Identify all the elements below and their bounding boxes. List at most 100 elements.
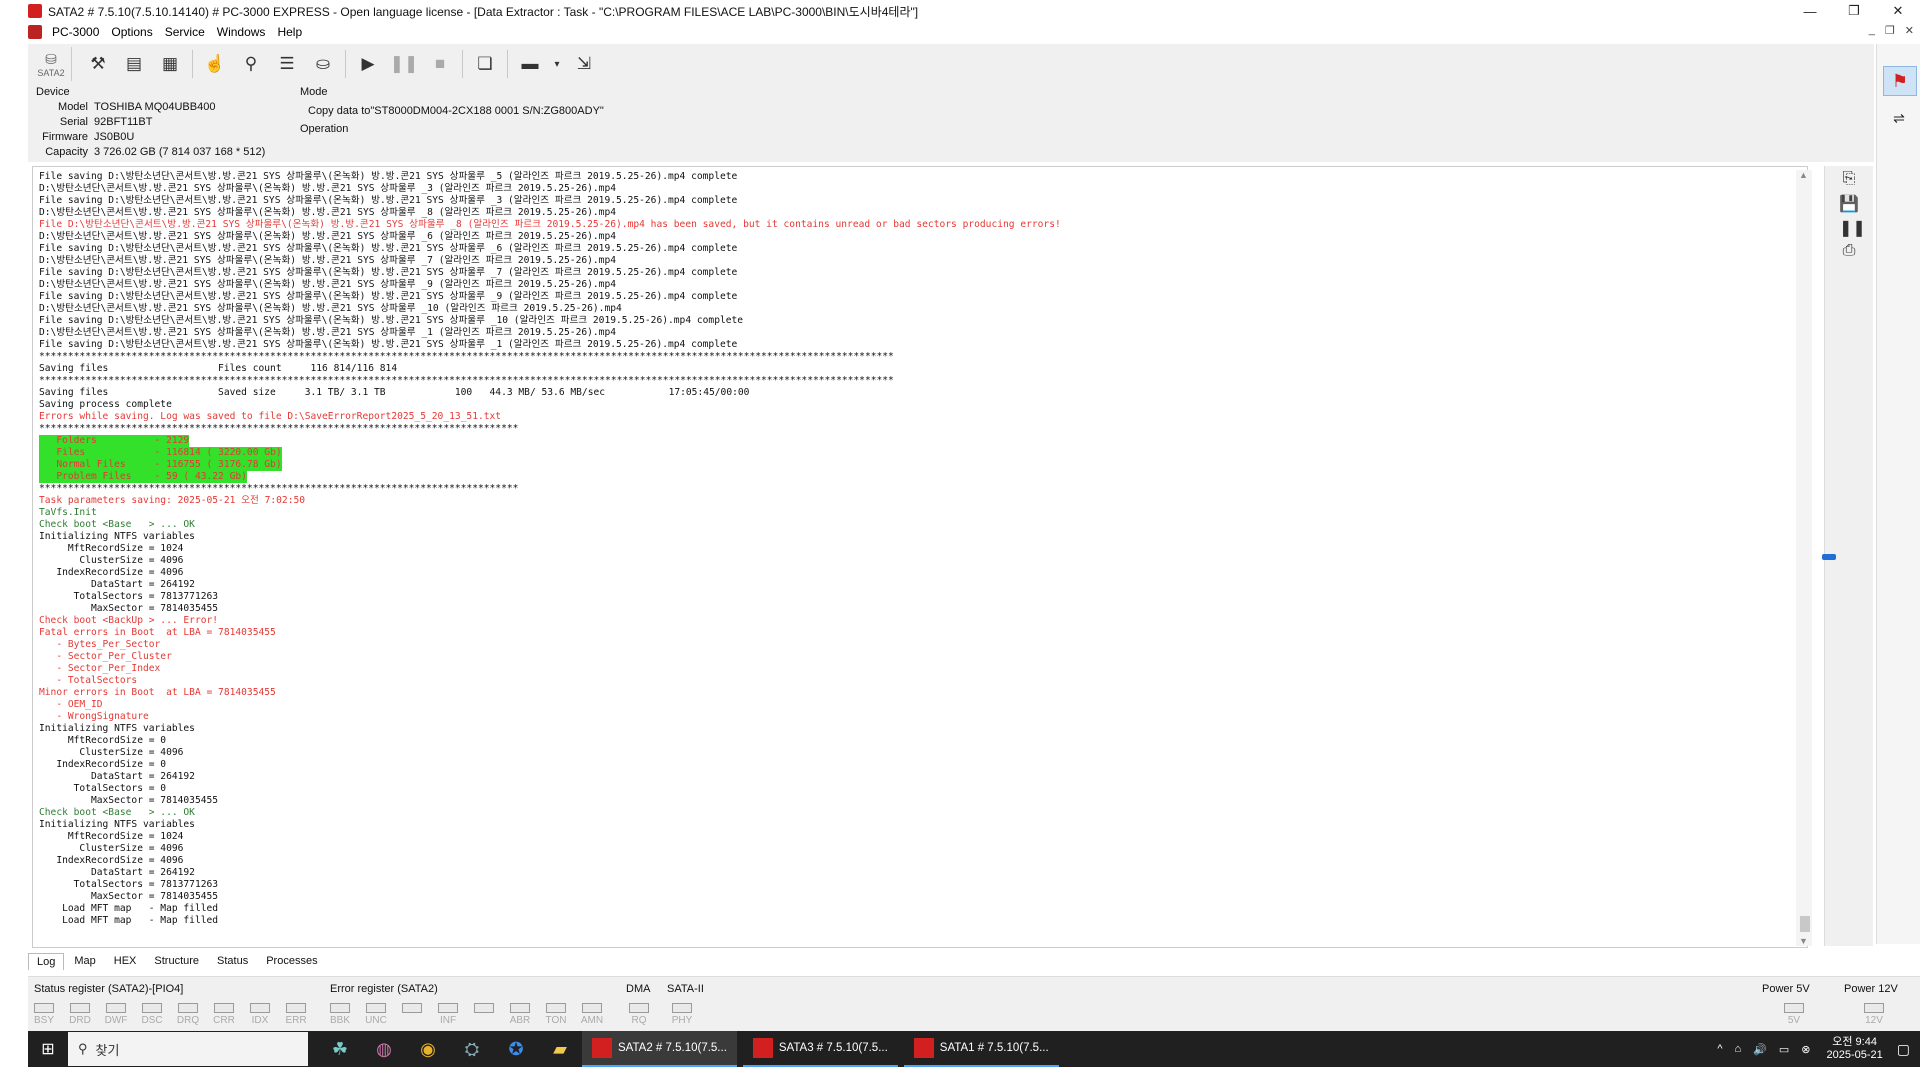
register-led [250, 1003, 270, 1013]
notification-icon[interactable]: ▢ [1897, 1041, 1910, 1058]
position-marker [1822, 554, 1836, 560]
log-line: ****************************************… [39, 483, 519, 494]
log-line: Normal Files - 116755 ( 3176.78 Gb) [39, 459, 282, 471]
log-scrollbar-thumb[interactable] [1800, 916, 1810, 932]
tray-status-icon[interactable]: ⊗ [1801, 1043, 1810, 1056]
binoculars-icon[interactable]: ⚲ [236, 49, 266, 79]
register-bit: DSC [138, 1003, 166, 1026]
log-line: Initializing NTFS variables [39, 531, 195, 542]
pinned-app-icon[interactable]: ☘ [323, 1032, 357, 1066]
register-led [366, 1003, 386, 1013]
register-bit-label: 5V [1787, 1015, 1801, 1026]
play-icon[interactable]: ▶ [353, 49, 383, 79]
maximize-button[interactable]: ❐ [1832, 0, 1876, 22]
mode-heading: Mode [300, 86, 328, 98]
tab-processes[interactable]: Processes [258, 953, 325, 969]
pointer-icon[interactable]: ☝ [200, 49, 230, 79]
tray-overflow-icon[interactable]: ^ [1717, 1043, 1722, 1055]
register-bit: DWF [102, 1003, 130, 1026]
tab-map[interactable]: Map [66, 953, 103, 969]
tab-log[interactable]: Log [28, 952, 65, 970]
register-bit: AMN [578, 1003, 606, 1026]
device-info-panel: Device Model TOSHIBA MQ04UBB400 Serial 9… [28, 84, 1874, 162]
log-line: IndexRecordSize = 4096 [39, 567, 184, 578]
log-line: File saving D:\방탄소년단\콘서트\방.방.콘21 SYS 상파울… [39, 315, 744, 326]
log-scrollbar[interactable]: ▲ ▼ [1796, 170, 1812, 946]
mdi-restore-button[interactable]: ❐ [1885, 24, 1895, 37]
log-line: D:\방탄소년단\콘서트\방.방.콘21 SYS 상파울루\(온녹화) 방.방.… [39, 303, 622, 314]
register-bit: DRD [66, 1003, 94, 1026]
log-line: File saving D:\방탄소년단\콘서트\방.방.콘21 SYS 상파울… [39, 171, 738, 182]
export-log-icon[interactable]: ⎙ [1839, 242, 1859, 260]
taskbar-app-sata3[interactable]: SATA3 # 7.5.10(7.5... [742, 1031, 898, 1067]
pause-log-icon[interactable]: ❚❚ [1839, 218, 1866, 237]
scroll-down-icon[interactable]: ▼ [1799, 936, 1808, 946]
log-line: Saving files Saved size 3.1 TB/ 3.1 TB 1… [39, 387, 750, 398]
register-bit-label: DSC [141, 1015, 163, 1026]
taskbar-app-sata1[interactable]: SATA1 # 7.5.10(7.5... [903, 1031, 1059, 1067]
register-bit-label: BSY [33, 1015, 54, 1026]
log-panel[interactable]: File saving D:\방탄소년단\콘서트\방.방.콘21 SYS 상파울… [32, 166, 1808, 948]
register-led [582, 1003, 602, 1013]
menu-pc3000[interactable]: PC-3000 [48, 25, 107, 39]
close-button[interactable]: ✕ [1876, 0, 1920, 22]
taskbar-search-box[interactable]: ⚲ 찾기 [68, 1032, 308, 1066]
network-icon[interactable]: ▭ [1779, 1043, 1789, 1056]
menu-options[interactable]: Options [107, 25, 160, 39]
taskbar-app-sata2[interactable]: SATA2 # 7.5.10(7.5... [582, 1031, 737, 1067]
pause-icon[interactable]: ❚❚ [389, 49, 419, 79]
chrome-icon[interactable]: ◉ [411, 1032, 445, 1066]
display-icon[interactable]: ▬ [515, 49, 545, 79]
tools-icon[interactable]: ⚒ [83, 49, 113, 79]
register-led [70, 1003, 90, 1013]
sata-port-button[interactable]: ⛁ SATA2 [31, 47, 72, 81]
file-explorer-icon[interactable]: ▰ [543, 1032, 577, 1066]
exit-icon[interactable]: ⇲ [569, 49, 599, 79]
log-line: MftRecordSize = 1024 [39, 831, 184, 842]
sata-port-label: SATA2 [37, 67, 65, 78]
scroll-up-icon[interactable]: ▲ [1799, 170, 1808, 180]
model-label: Model [58, 101, 88, 113]
minimize-button[interactable]: — [1788, 0, 1832, 22]
tab-hex[interactable]: HEX [106, 953, 145, 969]
network-app-icon[interactable]: ⛭ [455, 1032, 489, 1066]
menu-help[interactable]: Help [273, 25, 310, 39]
log-line: Files - 116814 ( 3220.00 Gb) [39, 447, 282, 459]
clock[interactable]: 오전 9:44 2025-05-21 [1826, 1036, 1882, 1062]
log-line: MaxSector = 7814035455 [39, 891, 219, 902]
log-line: Check boot <BackUp > ... Error! [39, 615, 219, 626]
dropdown-arrow-icon[interactable]: ▾ [551, 49, 563, 79]
save-log-icon[interactable]: 💾 [1839, 194, 1859, 213]
serial-label: Serial [59, 116, 88, 128]
volume-icon[interactable]: 🔊 [1753, 1043, 1767, 1056]
operation-label: Operation [300, 123, 349, 135]
remote-app-icon[interactable]: ✪ [499, 1032, 533, 1066]
drive-info-icon[interactable]: ▤ [119, 49, 149, 79]
register-led [474, 1003, 494, 1013]
register-bit: ABR [506, 1003, 534, 1026]
register-led [629, 1003, 649, 1013]
mdi-minimize-button[interactable]: _ [1869, 24, 1875, 37]
tray-device-icon[interactable]: ⌂ [1735, 1043, 1742, 1055]
dock-connector-icon[interactable]: ⇌ [1885, 110, 1913, 128]
register-bit-label: INF [439, 1015, 457, 1026]
stack-icon[interactable]: ☰ [272, 49, 302, 79]
stop-icon[interactable]: ■ [425, 49, 455, 79]
tab-status[interactable]: Status [209, 953, 256, 969]
register-led [214, 1003, 234, 1013]
windows-start-icon[interactable]: ⊞ [28, 1031, 68, 1067]
dock-utility-icon[interactable]: ⚑ [1883, 66, 1917, 96]
windows-icon[interactable]: ❏ [470, 49, 500, 79]
copilot-icon[interactable]: ◍ [367, 1032, 401, 1066]
calculator-icon[interactable]: ▦ [155, 49, 185, 79]
log-line: Saving files Files count 116 814/116 814 [39, 363, 398, 374]
tab-structure[interactable]: Structure [146, 953, 207, 969]
register-led [178, 1003, 198, 1013]
menu-service[interactable]: Service [161, 25, 213, 39]
register-bit: CRR [210, 1003, 238, 1026]
menu-windows[interactable]: Windows [213, 25, 274, 39]
mdi-close-button[interactable]: ✕ [1905, 24, 1914, 37]
copy-log-icon[interactable]: ⎘ [1839, 170, 1859, 188]
disk-icon[interactable]: ⛀ [308, 49, 338, 79]
log-line: Minor errors in Boot at LBA = 7814035455 [39, 687, 276, 698]
